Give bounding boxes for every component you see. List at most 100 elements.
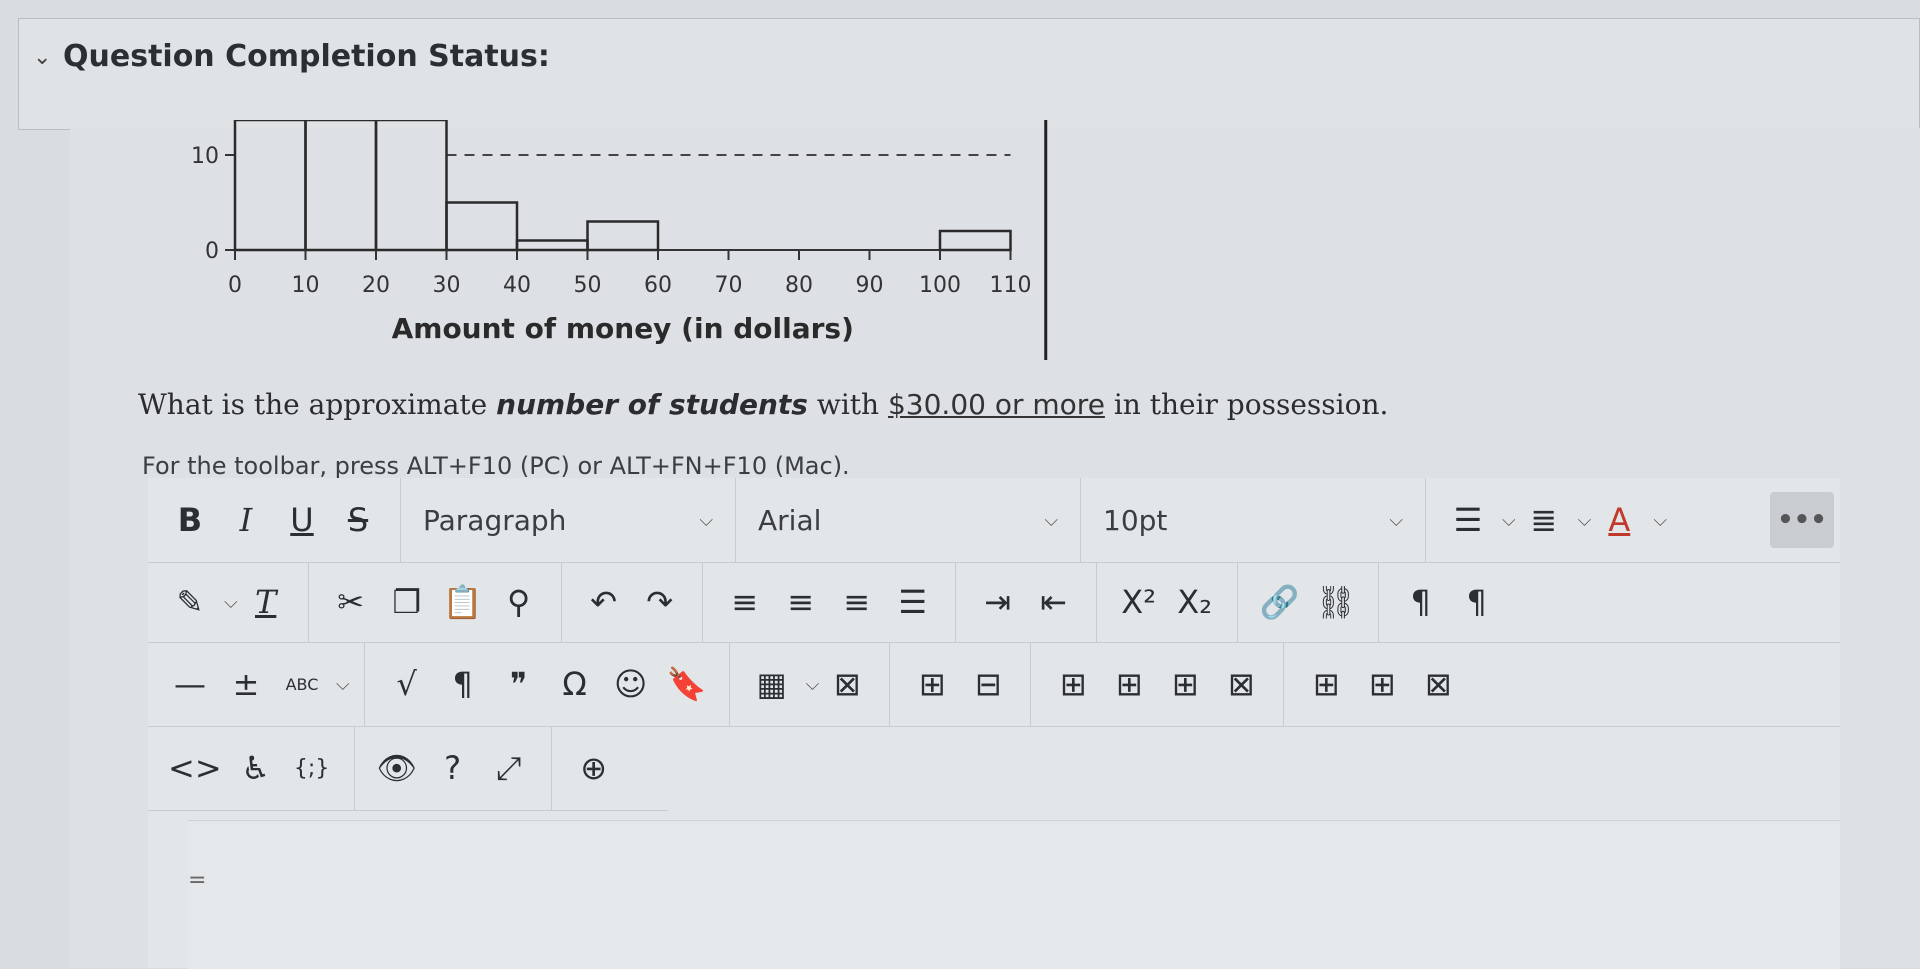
cut-icon[interactable]: ✂ [329,578,373,626]
rtl-icon[interactable]: ¶ [1455,578,1499,626]
chevron-down-icon[interactable]: ⌄ [33,45,51,70]
math-icon[interactable]: √ [385,660,429,708]
chevron-down-icon: ⌵ [1389,509,1403,531]
italic-button[interactable]: I [224,496,268,544]
chevron-down-icon[interactable]: ⌵ [1578,510,1592,531]
align-right-icon[interactable]: ≡ [835,578,879,626]
insert-icon[interactable]: ± [224,660,268,708]
editor-body[interactable] [188,820,1840,969]
question-money: $30.00 or more [887,388,1105,421]
y-tick-label: 10 [191,144,219,169]
histogram-bar [586,220,660,252]
code-sample-button[interactable]: {;} [290,744,334,792]
histogram-bar [938,229,1012,252]
question-post: in their possession. [1104,388,1389,421]
question-status-header: ⌄ Question Completion Status: [18,18,1920,130]
clear-format-icon[interactable]: T [244,578,288,626]
x-tick-label: 90 [856,273,884,298]
toolbar-row-1: B I U S Paragraph ⌵ Arial ⌵ 10pt ⌵ ☰ ⌵ ≣ ⌵… [148,478,1840,563]
chevron-down-icon[interactable]: ⌵ [336,674,350,695]
special-char-button[interactable]: Ω [553,660,597,708]
redo-icon[interactable]: ↷ [638,578,682,626]
align-center-icon[interactable]: ≡ [779,578,823,626]
table-group: ▦ ⌵ ⊠ [730,642,891,726]
fullscreen-icon[interactable]: ⤢ [487,744,531,792]
font-select-value: Arial [758,503,822,537]
superscript-button[interactable]: X² [1117,578,1161,626]
underline-button[interactable]: U [280,496,324,544]
chevron-down-icon[interactable]: ⌵ [1653,510,1667,531]
format-group: B I U S [148,478,401,562]
toolbar-row-2: ✎ ⌵ T ✂ ❐ 📋 ⚲ ↶ ↷ ≡ ≡ ≡ ☰ ⇥ ⇤ X² X₂ 🔗 ⛓ … [148,562,1840,643]
x-tick-label: 20 [362,273,390,298]
insert-row-before-icon[interactable]: ⊞ [1051,660,1095,708]
spellcheck-button[interactable]: ABC [280,660,324,708]
paragraph-select-value: Paragraph [423,503,567,537]
table-row-group: ⊞ ⊟ [890,642,1032,726]
table-row-alt-icon[interactable]: ⊟ [966,660,1010,708]
history-group: ↶ ↷ [562,562,703,642]
delete-row-icon[interactable]: ⊠ [1219,660,1263,708]
outdent-icon[interactable]: ⇤ [1032,578,1076,626]
numbered-list-icon[interactable]: ≣ [1522,496,1566,544]
text-color-icon[interactable]: A [1597,496,1641,544]
copy-icon[interactable]: ❐ [385,578,429,626]
help-icon[interactable]: ? [431,744,475,792]
delete-col-icon[interactable]: ⊠ [1416,660,1460,708]
undo-icon[interactable]: ↶ [582,578,626,626]
histogram-bar [515,239,589,252]
chevron-down-icon[interactable]: ⌵ [224,592,238,613]
add-content-icon[interactable]: ⊕ [572,744,616,792]
unlink-icon[interactable]: ⛓ [1314,578,1358,626]
font-select[interactable]: Arial ⌵ [736,478,1081,562]
toolbar-row-3: — ± ABC ⌵ √ ¶ ❞ Ω ☺ 🔖 ▦ ⌵ ⊠ ⊞ ⊟ ⊞ ⊞ ⊞ ⊠ ⊞ … [148,642,1840,727]
bold-button[interactable]: B [168,496,212,544]
align-justify-icon[interactable]: ☰ [891,578,935,626]
paragraph-select[interactable]: Paragraph ⌵ [401,478,736,562]
insert-row-after-icon[interactable]: ⊞ [1107,660,1151,708]
link-group: 🔗 ⛓ [1238,562,1379,642]
search-icon[interactable]: ⚲ [497,578,541,626]
x-tick-label: 10 [292,273,320,298]
highlight-icon[interactable]: ✎ [168,578,212,626]
ltr-icon[interactable]: ¶ [1399,578,1443,626]
link-icon[interactable]: 🔗 [1258,578,1302,626]
insert-group-2: √ ¶ ❞ Ω ☺ 🔖 [365,642,730,726]
table-row-icon[interactable]: ⊞ [910,660,954,708]
question-mid: with [807,388,888,421]
bookmark-icon[interactable]: 🔖 [665,660,709,708]
subscript-button[interactable]: X₂ [1173,578,1217,626]
chevron-down-icon[interactable]: ⌵ [1502,510,1516,531]
blockquote-button[interactable]: ❞ [497,660,541,708]
font-size-select[interactable]: 10pt ⌵ [1081,478,1426,562]
table-icon[interactable]: ▦ [750,660,794,708]
horizontal-line-icon[interactable]: — [168,660,212,708]
pilcrow-button[interactable]: ¶ [441,660,485,708]
histogram-svg: 0100 10 20 30 40 50 60 70 80 90 100 110Amount of mo… [191,118,1048,360]
insert-group-1: — ± ABC ⌵ [148,642,365,726]
indent-group: ⇥ ⇤ [956,562,1097,642]
question-pre: What is the approximate [138,388,497,421]
resize-handle[interactable]: = [188,868,206,893]
view-group: 👁 ? ⤢ [355,726,552,810]
indent-icon[interactable]: ⇥ [976,578,1020,626]
x-tick-label: 60 [644,273,672,298]
more-button[interactable]: ••• [1770,492,1834,548]
paste-icon[interactable]: 📋 [441,578,485,626]
preview-icon[interactable]: 👁 [375,744,419,792]
align-group: ≡ ≡ ≡ ☰ [703,562,956,642]
emoji-icon[interactable]: ☺ [609,660,653,708]
strikethrough-button[interactable]: S [336,496,380,544]
insert-col-before-icon[interactable]: ⊞ [1304,660,1348,708]
insert-col-icon[interactable]: ⊞ [1163,660,1207,708]
align-left-icon[interactable]: ≡ [723,578,767,626]
rich-text-editor: B I U S Paragraph ⌵ Arial ⌵ 10pt ⌵ ☰ ⌵ ≣ ⌵… [148,478,1840,969]
insert-col-after-icon[interactable]: ⊞ [1360,660,1404,708]
bullet-list-icon[interactable]: ☰ [1446,496,1490,544]
delete-table-icon[interactable]: ⊠ [825,660,869,708]
highlight-group: ✎ ⌵ T [148,562,309,642]
accessibility-icon[interactable]: ♿ [234,744,278,792]
chevron-down-icon[interactable]: ⌵ [806,674,820,695]
y-tick-label: 0 [205,239,219,264]
source-code-button[interactable]: <> [168,744,222,792]
